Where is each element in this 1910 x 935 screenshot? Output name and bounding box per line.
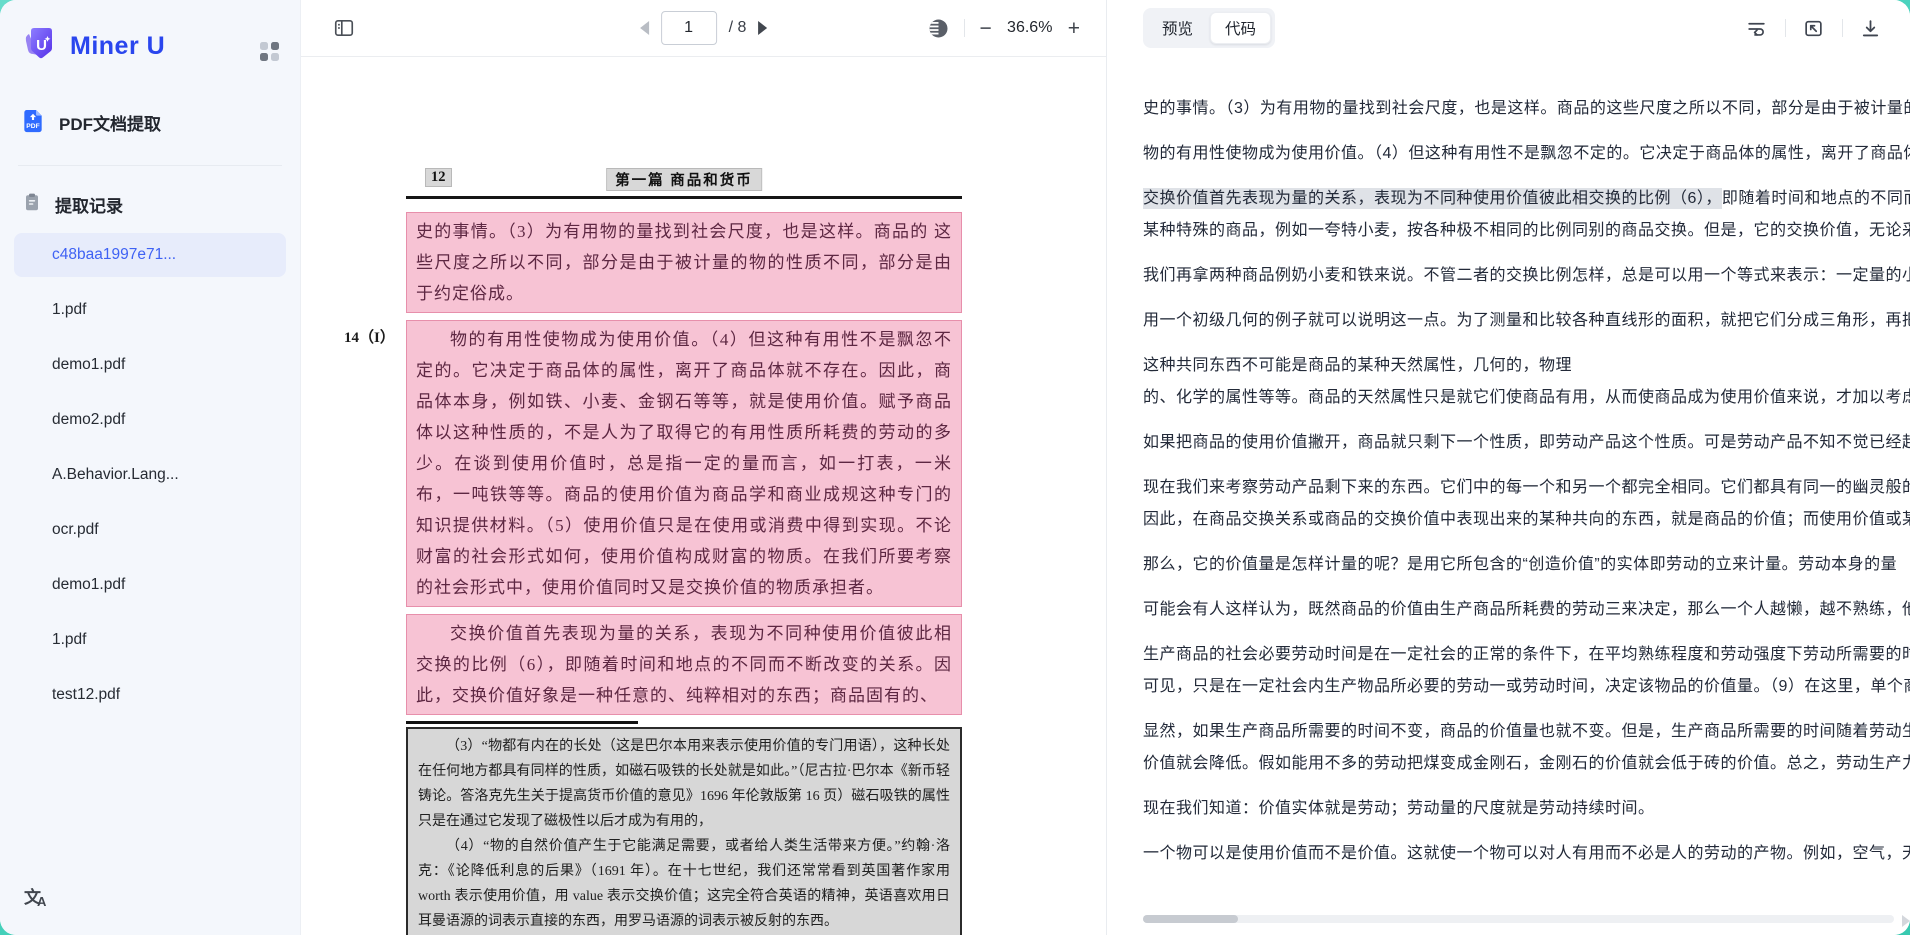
text-wrap-icon [1746, 18, 1767, 39]
zoom-out-button[interactable]: − [979, 18, 991, 39]
record-item[interactable]: demo1.pdf [14, 343, 286, 387]
actions-divider [1785, 19, 1786, 37]
download-icon [1860, 18, 1881, 39]
record-item[interactable]: c48baa1997e71... [14, 233, 286, 277]
zoom-in-button[interactable]: + [1068, 18, 1080, 39]
extracted-line[interactable]: 我们再拿两种商品例奶小麦和铁来说。不管二者的交换比例怎样，总是可以用一个等式来表… [1143, 265, 1910, 287]
extracted-line[interactable]: 交换价值首先表现为量的关系，表现为不同种使用价值彼此相交换的比例（6），即随着时… [1143, 188, 1910, 210]
pdf-footnote-block[interactable]: （3）“物都有内在的长处（这是巴尔本用来表示使用价值的专门用语），这种长处在任何… [406, 727, 962, 935]
extracted-line[interactable]: 可能会有人这样认为，既然商品的价值由生产商品所耗费的劳动三来决定，那么一个人越懒… [1143, 599, 1910, 621]
page-number-input[interactable] [661, 11, 717, 45]
expand-button[interactable] [1803, 17, 1825, 39]
toggle-sidebar-button[interactable] [333, 17, 355, 39]
expand-icon [1803, 18, 1824, 39]
sidebar-divider [18, 165, 282, 166]
zoom-level: 36.6% [1006, 19, 1054, 37]
contrast-icon[interactable] [927, 17, 950, 40]
extracted-line[interactable]: 可见，只是在一定社会内生产物品所必要的劳动一或劳动时间，决定该物品的价值量。（9… [1143, 676, 1910, 698]
scrollbar-thumb[interactable] [1143, 915, 1238, 923]
preview-actions [1746, 17, 1882, 39]
svg-text:PDF: PDF [26, 123, 39, 130]
sidebar-item-label: PDF文档提取 [59, 110, 161, 135]
brand: U Miner U [0, 0, 300, 69]
sidebar-item-pdf-extract[interactable]: PDF PDF文档提取 [20, 107, 300, 138]
apps-grid-icon[interactable] [260, 42, 280, 62]
mineru-logo-icon: U [20, 24, 60, 69]
pdf-highlighted-block[interactable]: 史的事情。（3）为有用物的量找到社会尺度，也是这样。商品的 这些尺度之所以不同，… [406, 212, 962, 313]
pdf-margin-note: 14（I） [344, 326, 395, 347]
pdf-header-rule [406, 196, 962, 199]
pdf-canvas[interactable]: 12 第一篇 商品和货币 14（I） 史的事情。（3）为有用物的量找到社会尺度，… [301, 57, 1106, 935]
record-item[interactable]: A.Behavior.Lang... [14, 453, 286, 497]
extracted-line[interactable]: 用一个初级几何的例子就可以说明这一点。为了测量和比较各种直线形的面积，就把它们分… [1143, 310, 1910, 332]
viewer-toolbar: / 8 − [301, 0, 1106, 57]
tab-code[interactable]: 代码 [1210, 12, 1271, 44]
records-header: 提取记录 [22, 192, 300, 217]
zoom-controls: − 36.6% + [927, 17, 1080, 40]
extracted-line[interactable]: 的、化学的属性等等。商品的天然属性只是就它们使商品有用，从而使商品成为使用价值来… [1143, 387, 1910, 409]
record-item[interactable]: 1.pdf [14, 288, 286, 332]
prev-page-button[interactable] [640, 21, 649, 35]
extracted-line[interactable]: 这种共同东西不可能是商品的某种天然属性，几何的，物理 [1143, 355, 1910, 377]
pdf-page-number: 12 [426, 169, 451, 186]
records-title: 提取记录 [55, 192, 123, 217]
brand-name: Miner U [70, 32, 165, 61]
record-item[interactable]: demo1.pdf [14, 563, 286, 607]
tab-preview[interactable]: 预览 [1147, 12, 1208, 44]
pdf-section-header: 第一篇 商品和货币 [607, 169, 761, 190]
record-item[interactable]: 1.pdf [14, 618, 286, 662]
page-navigation: / 8 [640, 11, 768, 45]
extracted-line[interactable]: 现在我们知道：价值实体就是劳动；劳动量的尺度就是劳动持续时间。 [1143, 798, 1910, 820]
sidebar-layout-icon [333, 17, 355, 39]
pdf-upload-icon: PDF [20, 107, 46, 138]
extracted-line[interactable]: 物的有用性使物成为使用价值。（4）但这种有用性不是飘忽不定的。它决定于商品体的属… [1143, 143, 1910, 165]
pdf-viewer: / 8 − [301, 0, 1107, 935]
pdf-page-header: 12 第一篇 商品和货币 [406, 169, 962, 191]
record-list: c48baa1997e71... 1.pdf demo1.pdf demo2.pdf A… [0, 233, 300, 717]
view-mode-segmented-control: 预览 代码 [1143, 8, 1275, 48]
extracted-line[interactable]: 某种特殊的商品，例如一夸特小麦，按各种极不相同的比例同别的商品交换。但是，它的交… [1143, 220, 1910, 242]
actions-divider [1842, 19, 1843, 37]
app-window: U Miner U PDF PDF文档提取 [0, 0, 1910, 935]
toolbar-divider [964, 19, 965, 37]
record-item[interactable]: demo2.pdf [14, 398, 286, 442]
extracted-line[interactable]: 如果把商品的使用价值撇开，商品就只剩下一个性质，即劳动产品这个性质。可是劳动产品… [1143, 432, 1910, 454]
record-item[interactable]: test12.pdf [14, 673, 286, 717]
page-total: / 8 [729, 19, 747, 37]
translate-icon[interactable]: 文A [24, 883, 54, 913]
extracted-line[interactable]: 生产商品的社会必要劳动时间是在一定社会的正常的条件下，在平均熟练程度和劳动强度下… [1143, 644, 1910, 666]
extracted-line[interactable]: 史的事情。（3）为有用物的量找到社会尺度，也是这样。商品的这些尺度之所以不同，部… [1143, 98, 1910, 120]
footnote-separator [406, 721, 638, 724]
extracted-line[interactable]: 一个物可以是使用价值而不是价值。这就使一个物可以对人有用而不必是人的劳动的产物。… [1143, 843, 1910, 865]
pdf-footnote: （3）“物都有内在的长处（这是巴尔本用来表示使用价值的专门用语），这种长处在任何… [418, 734, 950, 834]
sidebar: U Miner U PDF PDF文档提取 [0, 0, 301, 935]
pdf-highlighted-block[interactable]: 物的有用性使物成为使用价值。（4）但这种有用性不是飘忽不定的。它决定于商品体的属… [406, 320, 962, 607]
next-page-button[interactable] [758, 21, 767, 35]
extracted-line[interactable]: 现在我们来考察劳动产品剩下来的东西。它们中的每一个和另一个都完全相同。它们都具有… [1143, 477, 1910, 499]
extraction-preview-panel: 预览 代码 [1107, 0, 1910, 935]
extracted-line[interactable]: 那么，它的价值量是怎样计量的呢？是用它所包含的“创造价值”的实体即劳动的立来计量… [1143, 554, 1910, 576]
extracted-line[interactable]: 价值就会降低。假如能用不多的劳动把煤变成金刚石，金刚石的价值就会低于砖的价值。总… [1143, 753, 1910, 775]
pdf-highlighted-block[interactable]: 交换价值首先表现为量的关系，表现为不同种使用价值彼此相交换的比例（6），即随着时… [406, 614, 962, 715]
scroll-right-arrow-icon[interactable] [1902, 915, 1910, 927]
pdf-footnote: （4）“物的自然价值产生于它能满足需要，或者给人类生活带来方便。”约翰·洛克：《… [418, 834, 950, 934]
extracted-text-body[interactable]: 史的事情。（3）为有用物的量找到社会尺度，也是这样。商品的这些尺度之所以不同，部… [1107, 56, 1910, 935]
pdf-text-blocks: 史的事情。（3）为有用物的量找到社会尺度，也是这样。商品的 这些尺度之所以不同，… [406, 212, 962, 715]
text-wrap-button[interactable] [1746, 17, 1768, 39]
clipboard-icon [22, 192, 42, 217]
preview-header: 预览 代码 [1107, 0, 1910, 56]
extracted-line[interactable]: 显然，如果生产商品所需要的时间不变，商品的价值量也就不变。但是，生产商品所需要的… [1143, 721, 1910, 743]
pdf-page: 12 第一篇 商品和货币 14（I） 史的事情。（3）为有用物的量找到社会尺度，… [406, 169, 962, 935]
horizontal-scrollbar[interactable] [1143, 915, 1894, 923]
extracted-line[interactable]: 因此，在商品交换关系或商品的交换价值中表现出来的某种共向的东西，就是商品的价值；… [1143, 509, 1910, 531]
svg-text:U: U [36, 37, 47, 54]
record-item[interactable]: ocr.pdf [14, 508, 286, 552]
download-button[interactable] [1860, 17, 1882, 39]
